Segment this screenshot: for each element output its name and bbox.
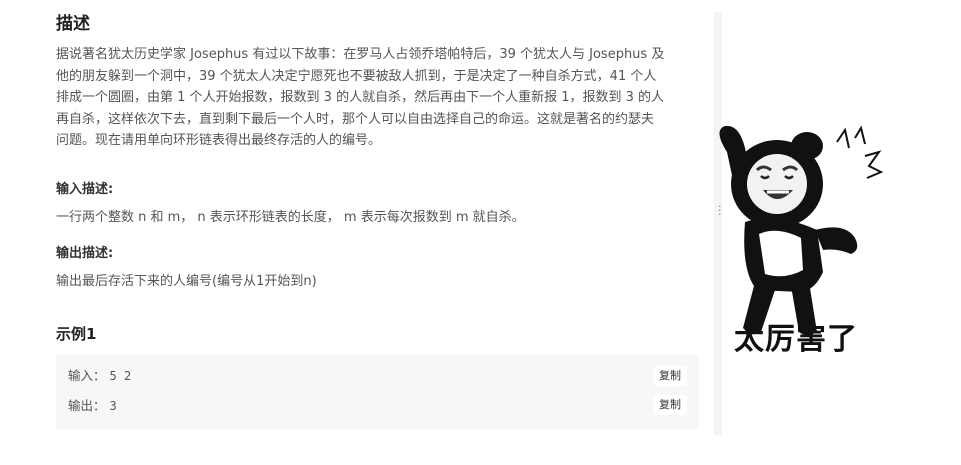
example-output-value: 3 xyxy=(109,399,117,413)
example-output-row: 输出： 3 xyxy=(68,397,117,415)
example-title: 示例1 xyxy=(56,325,97,343)
description-line: 据说著名犹太历史学家 Josephus 有过以下故事：在罗马人占领乔塔帕特后，3… xyxy=(56,47,665,62)
example-input-value: 5 2 xyxy=(109,369,132,383)
input-description-label: 输入描述: xyxy=(56,182,114,197)
input-description-text: 一行两个整数 n 和 m， n 表示环形链表的长度， m 表示每次报数到 m 就… xyxy=(56,210,525,225)
description-line: 排成一个圆圈，由第 1 个人开始报数，报数到 3 的人就自杀，然后再由下一个人重… xyxy=(56,90,665,105)
description-line: 问题。现在请用单向环形链表得出最终存活的人的编号。 xyxy=(56,133,382,148)
example-output-label: 输出： xyxy=(68,398,106,413)
description-title: 描述 xyxy=(56,14,90,34)
example-input-row: 输入： 5 2 xyxy=(68,367,131,385)
example-box: 输入： 5 2 复制 输出： 3 复制 xyxy=(56,354,699,430)
sticker-caption: 太厉害了 xyxy=(734,322,858,357)
description-text: 据说著名犹太历史学家 Josephus 有过以下故事：在罗马人占领乔塔帕特后，3… xyxy=(56,44,698,152)
description-line: 再自杀，这样依次下去，直到剩下最后一个人时，那个人可以自由选择自己的命运。这就是… xyxy=(56,111,655,127)
output-description-label: 输出描述: xyxy=(56,246,114,261)
example-input-label: 输入： xyxy=(68,368,106,383)
output-description-text: 输出最后存活下来的人编号(编号从1开始到n) xyxy=(56,274,317,289)
copy-input-button[interactable]: 复制 xyxy=(653,366,687,386)
copy-output-button[interactable]: 复制 xyxy=(653,395,687,415)
description-line: 他的朋友躲到一个洞中，39 个犹太人决定宁愿死也不要被敌人抓到，于是决定了一种自… xyxy=(56,68,657,84)
